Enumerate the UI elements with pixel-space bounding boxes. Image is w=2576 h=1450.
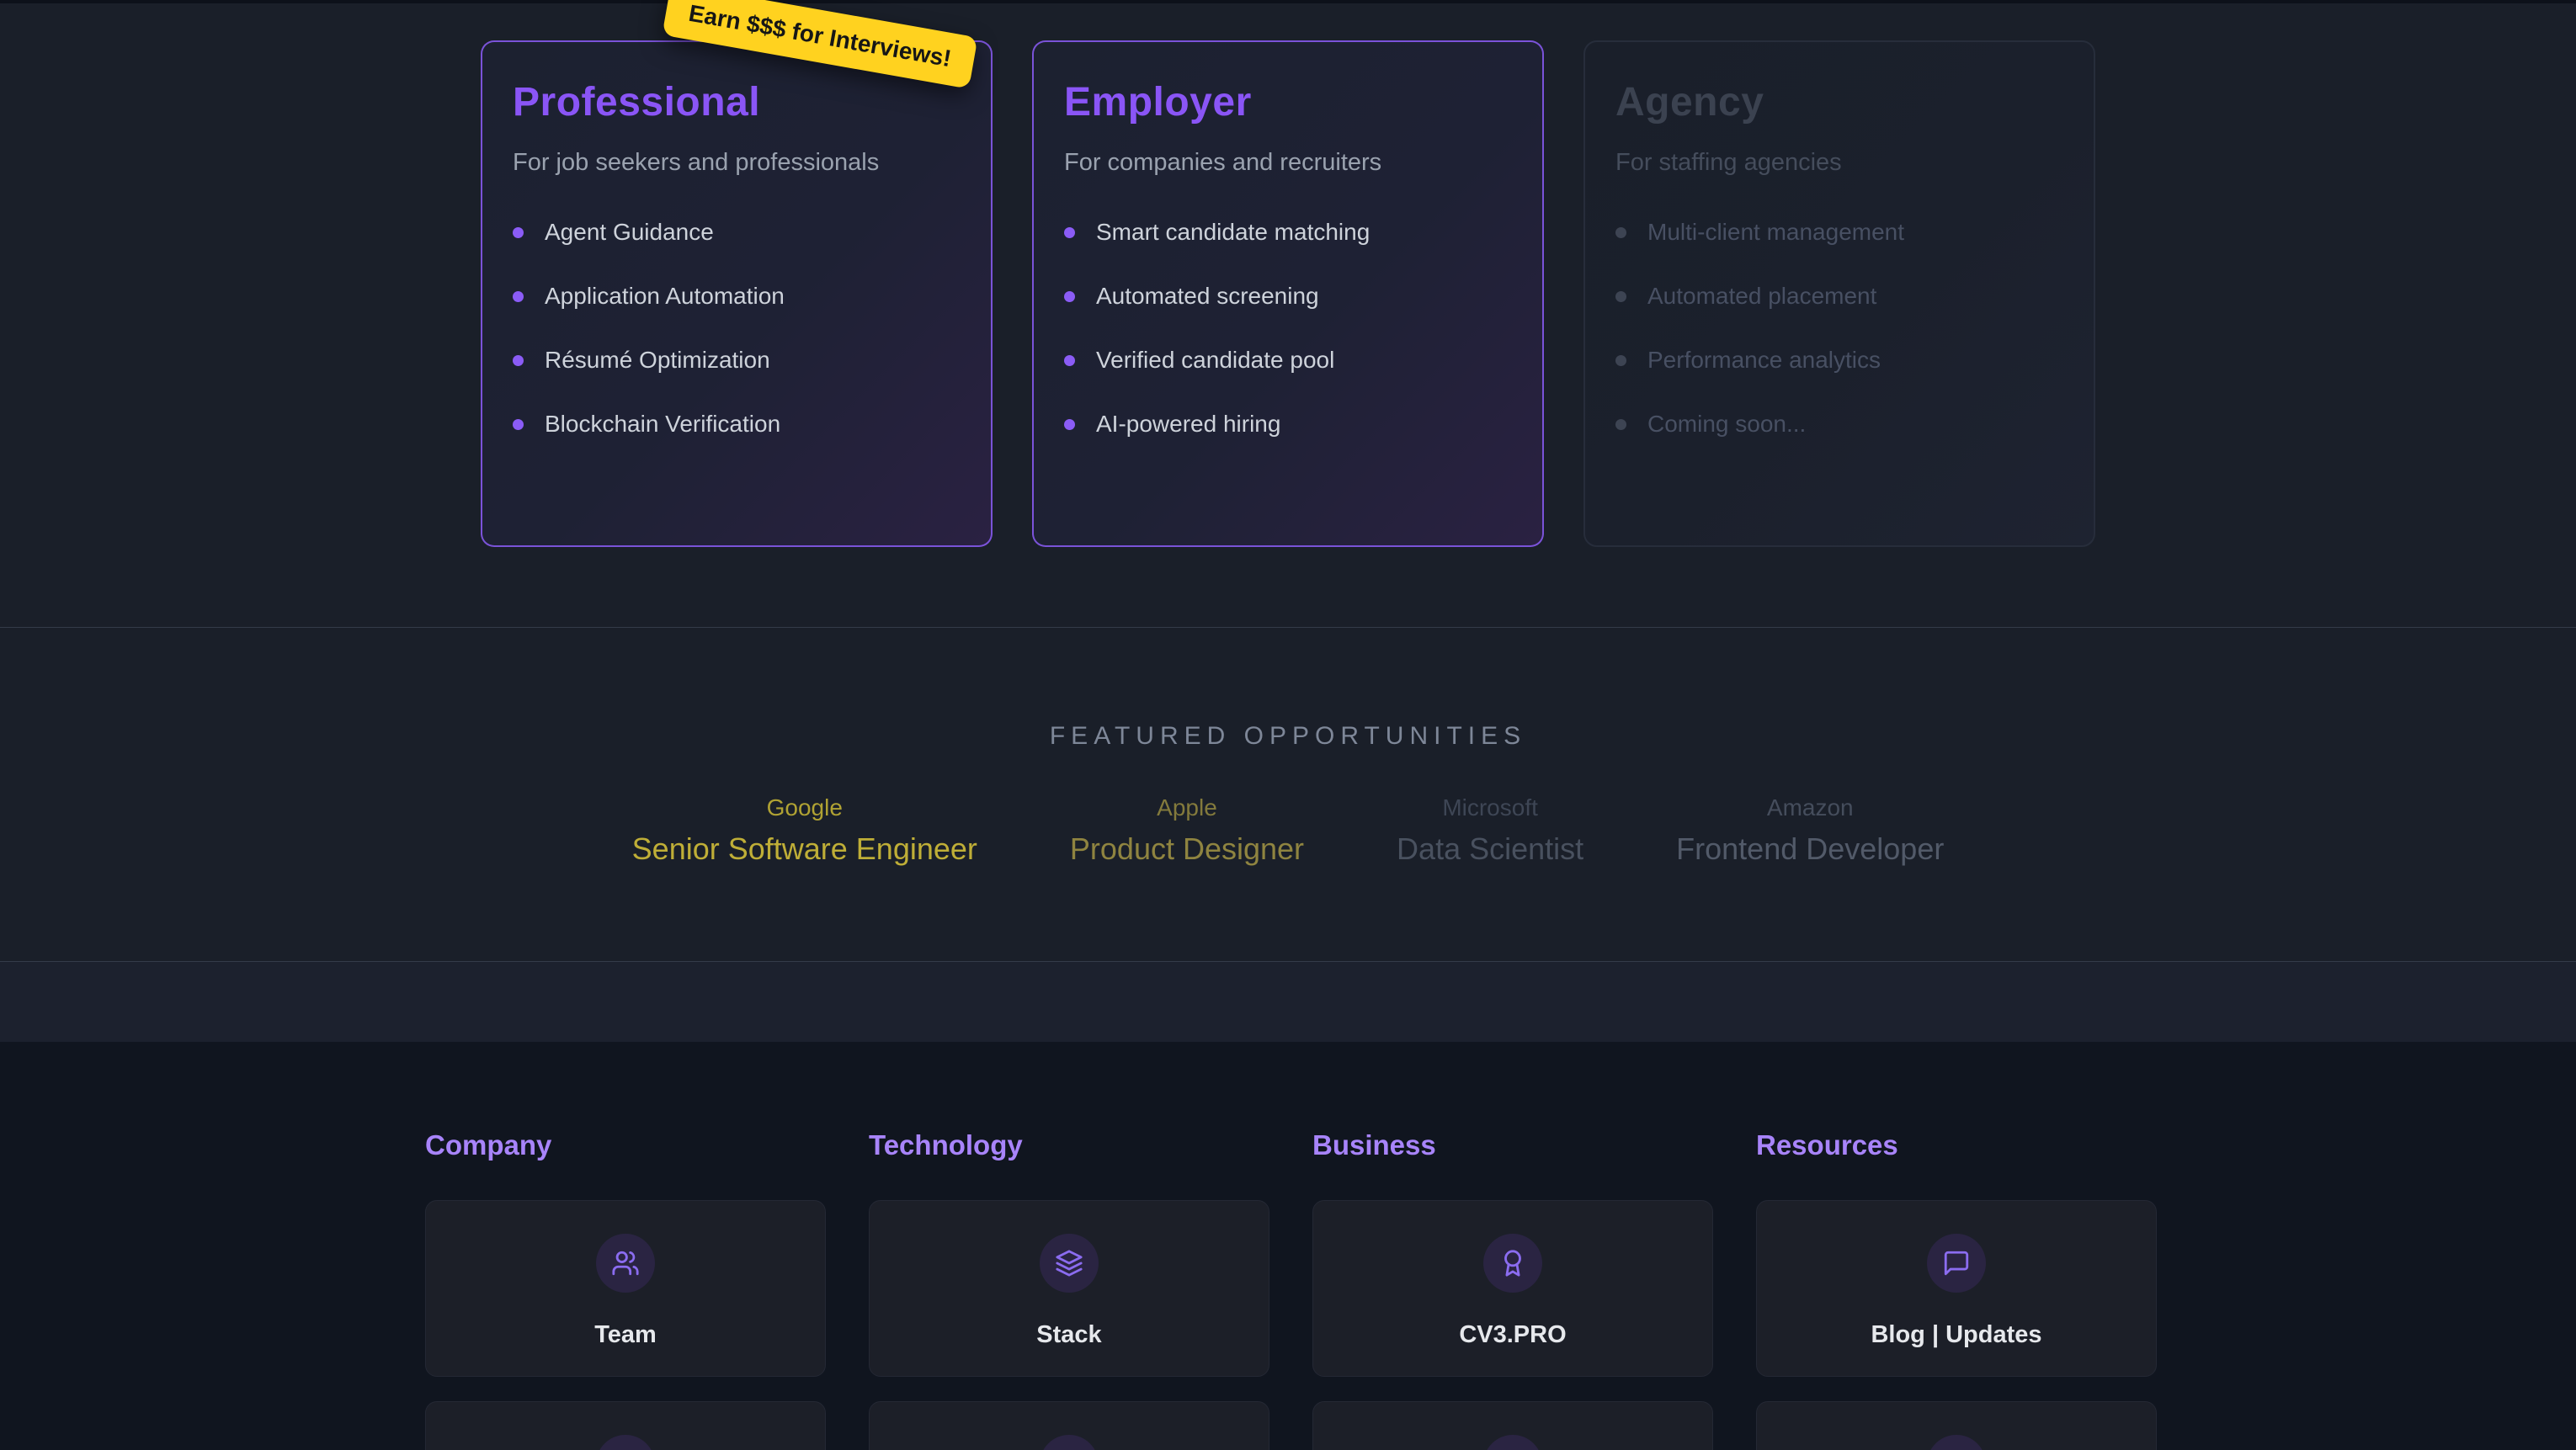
job-role: Product Designer	[1070, 831, 1304, 867]
plan-subtitle: For job seekers and professionals	[513, 149, 961, 177]
footer: Company Team Technology	[0, 1042, 2576, 1450]
feature-item: Performance analytics	[1615, 347, 2063, 374]
icon-circle	[1483, 1234, 1542, 1293]
bullet-icon	[1064, 291, 1075, 302]
plan-subtitle: For companies and recruiters	[1064, 149, 1512, 177]
icon-circle	[596, 1435, 655, 1450]
bullet-icon	[513, 227, 524, 238]
featured-opportunities-section: FEATURED OPPORTUNITIES Google Senior Sof…	[0, 628, 2576, 962]
bullet-icon	[513, 419, 524, 430]
plans-row: Earn $$$ for Interviews! Professional Fo…	[0, 40, 2576, 547]
footer-card-partial[interactable]	[869, 1401, 1269, 1450]
bullet-icon	[1064, 419, 1075, 430]
earn-for-interviews-badge: Earn $$$ for Interviews!	[663, 0, 978, 89]
plan-subtitle: For staffing agencies	[1615, 149, 2063, 177]
icon-circle	[596, 1234, 655, 1293]
job-company: Google	[632, 794, 977, 821]
feature-item: Coming soon...	[1615, 411, 2063, 438]
job-company: Amazon	[1676, 794, 1944, 821]
plan-feature-list: Smart candidate matching Automated scree…	[1064, 219, 1512, 438]
feature-item: Automated screening	[1064, 283, 1512, 310]
message-icon	[1942, 1249, 1971, 1277]
footer-card-team[interactable]: Team	[425, 1200, 826, 1377]
feature-item: Automated placement	[1615, 283, 2063, 310]
footer-card-stack[interactable]: Stack	[869, 1200, 1269, 1377]
footer-card-cv3pro[interactable]: CV3.PRO	[1312, 1200, 1713, 1377]
pricing-and-footer-page: Earn $$$ for Interviews! Professional Fo…	[0, 0, 2576, 1450]
footer-heading: Technology	[869, 1129, 1269, 1161]
plan-card-agency: Agency For staffing agencies Multi-clien…	[1583, 40, 2095, 547]
plan-title: Agency	[1615, 79, 2063, 125]
plan-card-employer[interactable]: Employer For companies and recruiters Sm…	[1032, 40, 1544, 547]
bullet-icon	[1064, 227, 1075, 238]
footer-column-resources: Resources Blog | Updates	[1756, 1129, 2157, 1450]
feature-item: AI-powered hiring	[1064, 411, 1512, 438]
icon-circle	[1927, 1234, 1986, 1293]
plans-section: Earn $$$ for Interviews! Professional Fo…	[0, 3, 2576, 628]
footer-heading: Business	[1312, 1129, 1713, 1161]
job-item-google[interactable]: Google Senior Software Engineer	[632, 794, 977, 867]
job-item-microsoft[interactable]: Microsoft Data Scientist	[1397, 794, 1583, 867]
footer-card-label: Stack	[1036, 1321, 1101, 1349]
job-item-apple[interactable]: Apple Product Designer	[1070, 794, 1304, 867]
bullet-icon	[513, 355, 524, 366]
feature-item: Résumé Optimization	[513, 347, 961, 374]
footer-card-label: CV3.PRO	[1459, 1321, 1566, 1349]
footer-column-technology: Technology Stack	[869, 1129, 1269, 1450]
job-company: Apple	[1070, 794, 1304, 821]
feature-item: Application Automation	[513, 283, 961, 310]
footer-card-blog[interactable]: Blog | Updates	[1756, 1200, 2157, 1377]
bullet-icon	[1064, 355, 1075, 366]
plan-card-professional[interactable]: Earn $$$ for Interviews! Professional Fo…	[481, 40, 993, 547]
job-item-amazon[interactable]: Amazon Frontend Developer	[1676, 794, 1944, 867]
icon-circle	[1040, 1234, 1099, 1293]
plan-feature-list: Multi-client management Automated placem…	[1615, 219, 2063, 438]
users-icon	[611, 1249, 640, 1277]
footer-card-label: Team	[594, 1321, 657, 1349]
footer-card-partial[interactable]	[425, 1401, 826, 1450]
job-role: Frontend Developer	[1676, 831, 1944, 867]
feature-item: Verified candidate pool	[1064, 347, 1512, 374]
job-role: Data Scientist	[1397, 831, 1583, 867]
bullet-icon	[1615, 355, 1626, 366]
job-role: Senior Software Engineer	[632, 831, 977, 867]
footer-card-partial[interactable]	[1312, 1401, 1713, 1450]
footer-card-partial[interactable]	[1756, 1401, 2157, 1450]
icon-circle	[1040, 1435, 1099, 1450]
plan-title: Professional	[513, 79, 961, 125]
footer-card-label: Blog | Updates	[1871, 1321, 2041, 1349]
bullet-icon	[1615, 227, 1626, 238]
footer-heading: Resources	[1756, 1129, 2157, 1161]
bullet-icon	[1615, 291, 1626, 302]
bullet-icon	[513, 291, 524, 302]
bullet-icon	[1615, 419, 1626, 430]
icon-circle	[1483, 1435, 1542, 1450]
section-spacer	[0, 962, 2576, 1042]
footer-columns: Company Team Technology	[425, 1129, 2576, 1450]
plan-title: Employer	[1064, 79, 1512, 125]
job-company: Microsoft	[1397, 794, 1583, 821]
award-icon	[1498, 1249, 1527, 1277]
feature-item: Multi-client management	[1615, 219, 2063, 246]
footer-heading: Company	[425, 1129, 826, 1161]
feature-item: Agent Guidance	[513, 219, 961, 246]
featured-heading: FEATURED OPPORTUNITIES	[0, 722, 2576, 751]
layers-icon	[1055, 1249, 1083, 1277]
feature-item: Blockchain Verification	[513, 411, 961, 438]
icon-circle	[1927, 1435, 1986, 1450]
plan-feature-list: Agent Guidance Application Automation Ré…	[513, 219, 961, 438]
feature-item: Smart candidate matching	[1064, 219, 1512, 246]
featured-jobs-row: Google Senior Software Engineer Apple Pr…	[0, 794, 2576, 867]
footer-column-company: Company Team	[425, 1129, 826, 1450]
footer-column-business: Business CV3.PRO	[1312, 1129, 1713, 1450]
